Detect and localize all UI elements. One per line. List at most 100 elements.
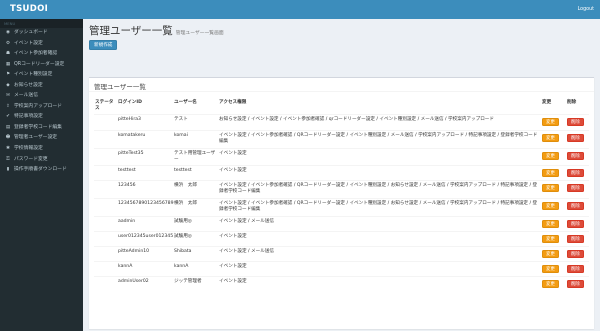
edit-cell: 変更 — [541, 164, 566, 180]
username-cell: 横浜 太郎 — [173, 179, 218, 198]
username-cell: testtest — [173, 164, 218, 180]
sidebar-item-4[interactable]: ⚑ イベント種別設定 — [0, 70, 83, 81]
username-cell: Shibata — [173, 245, 218, 261]
delete-button[interactable]: 削除 — [567, 279, 584, 288]
column-header-delete: 削除 — [567, 100, 577, 105]
access-cell: イベント設定 — [218, 164, 541, 180]
sidebar-item-label: QRコードリーダー設定 — [14, 61, 65, 67]
new-user-button[interactable]: 新規作成 — [89, 40, 118, 50]
table-row: user012345user012345 試験用◎ イベント設定 変更 削除 — [94, 230, 589, 246]
page-title: 管理ユーザー一覧 管理ユーザー一覧画面 — [89, 23, 224, 38]
sidebar-item-9[interactable]: ▤ 登録者学校コード編集 — [0, 123, 83, 134]
delete-cell: 削除 — [566, 164, 589, 180]
delete-button[interactable]: 削除 — [567, 133, 584, 142]
sidebar-item-label: イベント設定 — [14, 40, 43, 46]
delete-button[interactable]: 削除 — [567, 219, 584, 228]
edit-button[interactable]: 変更 — [542, 201, 559, 210]
edit-button[interactable]: 変更 — [542, 279, 559, 288]
sidebar-item-label: イベント種別設定 — [14, 72, 53, 78]
flag-icon: ⚑ — [5, 72, 11, 78]
edit-button[interactable]: 変更 — [542, 234, 559, 243]
box-title: 管理ユーザー一覧 — [94, 83, 146, 91]
sidebar-item-12[interactable]: ⚿ パスワード変更 — [0, 155, 83, 166]
edit-cell: 変更 — [541, 179, 566, 198]
sidebar-item-5[interactable]: ◆ お知らせ設定 — [0, 81, 83, 92]
envelope-icon: ✉ — [6, 93, 10, 99]
sidebar-item-label: 操作手順書ダウンロード — [14, 167, 67, 173]
delete-cell: 削除 — [566, 147, 589, 165]
column-header-login-id: ログインID — [118, 100, 142, 105]
table-row: testtest testtest イベント設定 変更 削除 — [94, 164, 589, 180]
table-row: kannA kannA イベント設定 変更 削除 — [94, 260, 589, 276]
delete-button[interactable]: 削除 — [567, 234, 584, 243]
edit-button[interactable]: 変更 — [542, 183, 559, 192]
edit-button[interactable]: 変更 — [542, 133, 559, 142]
status-cell — [94, 275, 117, 291]
delete-cell: 削除 — [566, 215, 589, 231]
delete-button[interactable]: 削除 — [567, 183, 584, 192]
gear-icon: ⚙ — [5, 40, 11, 46]
edit-button[interactable]: 変更 — [542, 219, 559, 228]
username-cell: komai — [173, 129, 218, 148]
edit-cell: 変更 — [541, 147, 566, 165]
main-content: 管理ユーザー一覧 管理ユーザー一覧画面 新規作成 管理ユーザー一覧 ステータス ロ… — [83, 19, 600, 331]
column-header-edit: 変更 — [542, 100, 552, 105]
delete-cell: 削除 — [566, 245, 589, 261]
access-cell: イベント設定 / イベント参加者確認 / QRコードリーダー設定 / イベント種… — [218, 129, 541, 148]
sidebar-item-label: 登録者学校コード編集 — [14, 124, 62, 130]
delete-button[interactable]: 削除 — [567, 168, 584, 177]
bell-icon: ◆ — [6, 82, 10, 88]
delete-cell: 削除 — [566, 230, 589, 246]
delete-button[interactable]: 削除 — [567, 249, 584, 258]
edit-cell: 変更 — [541, 275, 566, 291]
edit-button[interactable]: 変更 — [542, 249, 559, 258]
login-id-cell: adminUser02 — [117, 275, 173, 291]
sidebar-item-2[interactable]: ☗ イベント参加者確認 — [0, 49, 83, 60]
delete-cell: 削除 — [566, 129, 589, 148]
edit-button[interactable]: 変更 — [542, 264, 559, 273]
delete-button[interactable]: 削除 — [567, 117, 584, 126]
check-icon: ✔ — [6, 114, 10, 120]
qrcode-icon: ▦ — [5, 61, 11, 67]
status-cell — [94, 215, 117, 231]
access-cell: イベント設定 / イベント参加者確認 / QRコードリーダー設定 / イベント種… — [218, 197, 541, 216]
status-cell — [94, 197, 117, 216]
edit-button[interactable]: 変更 — [542, 168, 559, 177]
username-cell: 試験用◎ — [173, 215, 218, 231]
edit-button[interactable]: 変更 — [542, 151, 559, 160]
edit-cell: 変更 — [541, 215, 566, 231]
table-row: 1234567890123456789 横浜 太郎 イベント設定 / イベント参加者… — [94, 197, 589, 216]
login-id-cell: komatakeru — [117, 129, 173, 148]
sidebar-item-10[interactable]: ☻ 管理者ユーザー設定 — [0, 133, 83, 144]
page-title-text: 管理ユーザー一覧 — [89, 25, 173, 37]
delete-cell: 削除 — [566, 197, 589, 216]
box-divider — [89, 91, 594, 92]
sidebar-item-11[interactable]: ✱ 学校情報設定 — [0, 144, 83, 155]
status-cell — [94, 113, 117, 130]
login-id-cell: kannA — [117, 260, 173, 276]
table-row: komatakeru komai イベント設定 / イベント参加者確認 / QRコー… — [94, 129, 589, 148]
edit-button[interactable]: 変更 — [542, 117, 559, 126]
delete-cell: 削除 — [566, 275, 589, 291]
sidebar-item-7[interactable]: ⇪ 学校案内アップロード — [0, 102, 83, 113]
username-cell: テスト — [173, 113, 218, 130]
sidebar-item-13[interactable]: ▮ 操作手順書ダウンロード — [0, 165, 83, 176]
delete-button[interactable]: 削除 — [567, 264, 584, 273]
sidebar-item-0[interactable]: ◉ ダッシュボード — [0, 28, 83, 39]
sidebar-item-3[interactable]: ▦ QRコードリーダー設定 — [0, 60, 83, 71]
access-cell: イベント設定 — [218, 260, 541, 276]
brand-logo[interactable]: TSUDOI — [0, 0, 83, 19]
delete-button[interactable]: 削除 — [567, 151, 584, 160]
sidebar-item-label: ダッシュボード — [14, 30, 48, 35]
delete-button[interactable]: 削除 — [567, 201, 584, 210]
status-cell — [94, 164, 117, 180]
sidebar-item-label: イベント参加者確認 — [14, 51, 58, 57]
sidebar-item-6[interactable]: ✉ メール送信 — [0, 91, 83, 102]
sidebar-item-1[interactable]: ⚙ イベント設定 — [0, 39, 83, 50]
table-header-row: ステータス ログインID ユーザー名 アクセス権限 変更 削除 — [94, 98, 589, 114]
settings-icon: ✱ — [6, 146, 10, 152]
access-cell: イベント設定 — [218, 147, 541, 165]
sidebar-item-8[interactable]: ✔ 特記事項設定 — [0, 112, 83, 123]
logout-link[interactable]: Logout — [578, 0, 594, 19]
edit-cell: 変更 — [541, 113, 566, 130]
